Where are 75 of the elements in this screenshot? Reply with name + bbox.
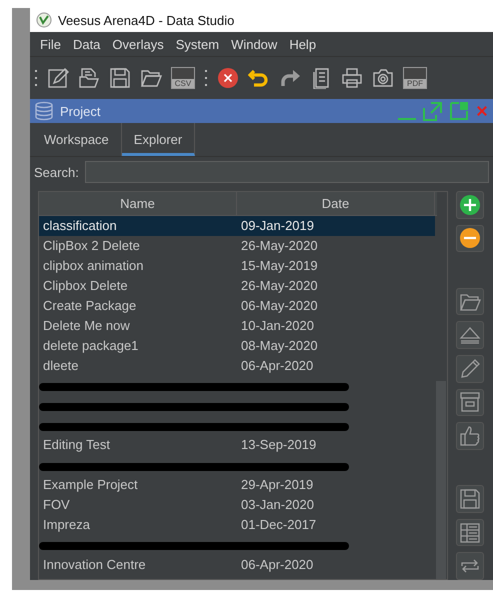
table-cell-text: 06-Apr-2020 xyxy=(240,358,314,373)
menu-item[interactable]: Overlays xyxy=(106,36,170,52)
table-cell-text: Editing Test xyxy=(42,437,111,452)
table-cell-text: Delete Me now xyxy=(42,318,131,333)
redo-icon[interactable] xyxy=(279,67,301,89)
file-format-icon[interactable]: PDF xyxy=(403,67,427,89)
tab[interactable]: Explorer xyxy=(122,123,196,156)
list-button[interactable] xyxy=(456,518,484,546)
search-label: Search: xyxy=(34,164,79,180)
column-header[interactable]: Date xyxy=(237,192,435,215)
menu-item[interactable]: System xyxy=(170,36,226,52)
pencil-icon xyxy=(459,358,481,380)
remove-icon xyxy=(459,227,481,250)
table-cell-text: FOV xyxy=(42,496,71,512)
table-cell-text: 01-Dec-2017 xyxy=(240,516,318,532)
repeat-button[interactable] xyxy=(456,552,484,580)
menu-item[interactable]: Window xyxy=(225,36,284,52)
printer-icon[interactable] xyxy=(341,67,363,89)
search-field[interactable] xyxy=(84,161,489,183)
table-cell-text: 08-May-2020 xyxy=(240,338,319,353)
table-cell-text: Create Package xyxy=(42,298,138,313)
add-icon xyxy=(459,194,481,216)
file-format-icon[interactable]: CSV xyxy=(171,67,195,89)
menu-item[interactable]: Help xyxy=(283,36,322,52)
table-cell-text: 10-Jan-2020 xyxy=(240,318,315,333)
thumbs-up-button[interactable] xyxy=(456,422,484,450)
table-cell-text: clipbox animation xyxy=(42,258,144,274)
table-cell-text: classification xyxy=(42,218,118,234)
add-button[interactable] xyxy=(456,191,484,219)
table-cell-text: ClipBox 2 Delete xyxy=(42,238,141,254)
save-icon[interactable] xyxy=(109,67,131,89)
eject-button[interactable] xyxy=(456,321,484,349)
folder-button[interactable] xyxy=(456,288,484,316)
tab[interactable]: Workspace xyxy=(32,123,122,156)
selected-row[interactable]: classification 09-Jan-2019 xyxy=(39,216,435,236)
table-cell-text: Innovation Centre xyxy=(42,556,147,572)
camera-icon[interactable] xyxy=(372,67,394,89)
table-cell-text: 15-May-2019 xyxy=(240,258,319,274)
archive-box-icon xyxy=(459,391,481,414)
table-cell-text: delete package1 xyxy=(42,338,140,353)
table-cell-text: Impreza xyxy=(42,516,91,532)
table-cell-text: dleete xyxy=(42,358,80,373)
column-header[interactable]: Name xyxy=(39,192,237,215)
remove-button[interactable] xyxy=(456,224,484,252)
menu-item[interactable]: Data xyxy=(66,36,106,52)
archive-box-button[interactable] xyxy=(456,388,484,416)
table-cell-text: 26-May-2020 xyxy=(240,278,319,294)
save-icon xyxy=(459,488,481,510)
table-cell-text: 09-Jan-2019 xyxy=(240,218,315,234)
list-icon xyxy=(459,522,481,544)
table-cell-text: Example Project xyxy=(42,477,139,492)
logo-icon xyxy=(36,12,52,28)
table-cell-text: 29-Apr-2019 xyxy=(240,477,314,492)
grip-icon xyxy=(204,68,208,88)
scrollbar-thumb[interactable] xyxy=(436,381,446,579)
table-cell-text: 06-Apr-2020 xyxy=(240,556,314,572)
database-icon xyxy=(34,101,54,121)
thumbs-up-icon xyxy=(459,424,481,447)
table-cell-text: 13-Sep-2019 xyxy=(240,437,318,452)
table-cell-text: 06-May-2020 xyxy=(240,298,319,313)
save-button[interactable] xyxy=(456,485,484,513)
restore-icon[interactable] xyxy=(423,101,443,121)
edit-icon[interactable] xyxy=(47,67,69,89)
table-cell-text: 03-Jan-2020 xyxy=(240,496,315,512)
open-file-icon[interactable] xyxy=(78,67,100,89)
panel-title: Project xyxy=(60,104,100,118)
window-title: Veesus Arena4D - Data Studio xyxy=(58,12,234,28)
grip-icon xyxy=(34,68,38,88)
cancel-icon[interactable] xyxy=(217,67,239,89)
table-cell-text: Clipbox Delete xyxy=(42,278,129,294)
table-cell-text: 26-May-2020 xyxy=(240,238,319,254)
pencil-button[interactable] xyxy=(456,354,484,382)
menu-item[interactable]: File xyxy=(34,36,67,52)
undo-icon[interactable] xyxy=(248,67,270,89)
maximize-icon[interactable] xyxy=(449,101,469,121)
